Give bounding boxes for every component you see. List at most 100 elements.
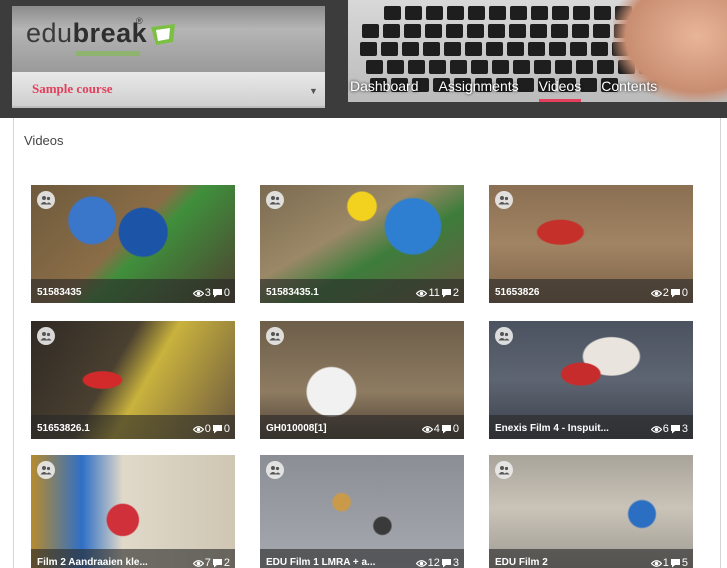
logo[interactable]: edubreak ®: [12, 6, 325, 72]
nav-videos[interactable]: Videos: [529, 74, 592, 102]
course-selector[interactable]: Sample course ▼: [12, 72, 325, 108]
comment-count: 2: [223, 557, 230, 568]
keyboard-key: [576, 60, 593, 74]
group-icon: [266, 461, 284, 479]
view-count: 2: [662, 287, 669, 299]
keyboard-key: [572, 24, 589, 38]
keyboard-key: [408, 60, 425, 74]
keyboard-key: [534, 60, 551, 74]
nav-assignments[interactable]: Assignments: [429, 74, 529, 102]
comment-count: 0: [681, 287, 688, 299]
video-title: 51653826.1: [37, 423, 90, 434]
video-stats: 63: [650, 423, 688, 435]
logo-mark-icon: [151, 24, 175, 45]
keyboard-key: [447, 6, 464, 20]
comment-count: 0: [223, 287, 230, 299]
keyboard-key: [591, 42, 608, 56]
keyboard-key: [488, 24, 505, 38]
keyboard-key: [471, 60, 488, 74]
video-title: EDU Film 2: [495, 557, 548, 568]
app-header: edubreak ® Sample course ▼ Dashboard Assi…: [0, 0, 727, 118]
keyboard-key: [384, 6, 401, 20]
keyboard-key: [387, 60, 404, 74]
keyboard-key: [444, 42, 461, 56]
video-title: GH010008[1]: [266, 423, 327, 434]
comment-icon: [670, 424, 681, 434]
keyboard-key: [467, 24, 484, 38]
view-count: 3: [204, 287, 211, 299]
keyboard-key: [570, 42, 587, 56]
group-icon: [37, 327, 55, 345]
video-stats: 40: [421, 423, 459, 435]
eye-icon: [650, 559, 662, 568]
group-icon: [495, 461, 513, 479]
eye-icon: [192, 425, 204, 434]
comment-count: 0: [223, 423, 230, 435]
content-panel: Videos 51583435 3 0 51583435.1 11 2 51653826 2 0…: [13, 118, 721, 568]
course-selector-label: Sample course: [32, 81, 113, 96]
keyboard-key: [446, 24, 463, 38]
keyboard-key: [404, 24, 421, 38]
keyboard-key: [423, 42, 440, 56]
view-count: 1: [662, 557, 669, 568]
eye-icon: [416, 289, 428, 298]
comment-icon: [670, 288, 681, 298]
video-card[interactable]: GH010008[1] 4 0: [260, 321, 464, 439]
video-card[interactable]: 51583435 3 0: [31, 185, 235, 303]
video-stats: 72: [192, 557, 230, 568]
keyboard-key: [573, 6, 590, 20]
group-icon: [495, 191, 513, 209]
view-count: 4: [433, 423, 440, 435]
view-count: 6: [662, 423, 669, 435]
keyboard-key: [528, 42, 545, 56]
nav-contents[interactable]: Contents: [591, 74, 667, 102]
registered-mark: ®: [136, 16, 143, 26]
keyboard-key: [594, 6, 611, 20]
keyboard-key: [486, 42, 503, 56]
keyboard-key: [593, 24, 610, 38]
keyboard-key: [450, 60, 467, 74]
eye-icon: [650, 289, 662, 298]
keyboard-key: [552, 6, 569, 20]
keyboard-key: [360, 42, 377, 56]
keyboard-key: [555, 60, 572, 74]
video-card[interactable]: Enexis Film 4 - Inspuit... 6 3: [489, 321, 693, 439]
keyboard-key: [468, 6, 485, 20]
video-card[interactable]: Film 2 Aandraaien kle... 7 2: [31, 455, 235, 568]
page-title: Videos: [24, 133, 64, 148]
comment-icon: [212, 424, 223, 434]
keyboard-key: [597, 60, 614, 74]
eye-icon: [650, 425, 662, 434]
logo-subline: [76, 51, 140, 56]
keyboard-key: [366, 60, 383, 74]
group-icon: [266, 327, 284, 345]
eye-icon: [415, 559, 427, 568]
view-count: 0: [204, 423, 211, 435]
keyboard-key: [362, 24, 379, 38]
eye-icon: [421, 425, 433, 434]
group-icon: [37, 191, 55, 209]
comment-count: 5: [681, 557, 688, 568]
video-stats: 11 2: [416, 287, 459, 299]
video-stats: 12 3: [415, 557, 459, 568]
keyboard-key: [509, 24, 526, 38]
video-title: 51583435.1: [266, 287, 319, 298]
video-card[interactable]: 51653826.1 0 0: [31, 321, 235, 439]
keyboard-key: [383, 24, 400, 38]
video-card[interactable]: EDU Film 215: [489, 455, 693, 568]
video-stats: 15: [650, 557, 688, 568]
view-count: 7: [204, 557, 211, 568]
video-card[interactable]: EDU Film 1 LMRA + a... 12 3: [260, 455, 464, 568]
video-stats: 30: [192, 287, 230, 299]
video-title: Film 2 Aandraaien kle...: [37, 557, 148, 568]
video-card[interactable]: 51583435.1 11 2: [260, 185, 464, 303]
video-title: 51583435: [37, 287, 82, 298]
keyboard-key: [489, 6, 506, 20]
nav-dashboard[interactable]: Dashboard: [340, 74, 429, 102]
video-card[interactable]: 51653826 2 0: [489, 185, 693, 303]
comment-count: 2: [452, 287, 459, 299]
view-count: 11: [428, 287, 440, 299]
comment-count: 0: [452, 423, 459, 435]
video-title: 51653826: [495, 287, 540, 298]
comment-icon: [212, 288, 223, 298]
